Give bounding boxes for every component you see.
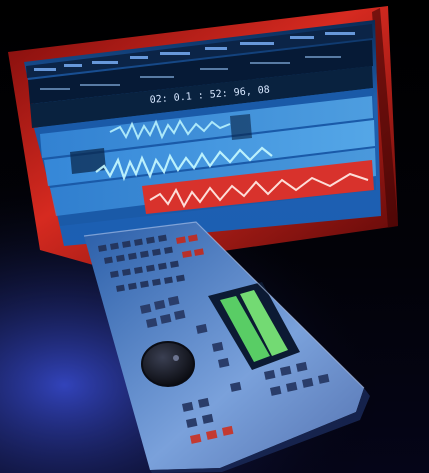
clip-gap-2 bbox=[230, 114, 252, 140]
photo-canvas: 02: 0.1 : 52: 96, 08 bbox=[0, 0, 429, 473]
clip-gap-1 bbox=[70, 148, 106, 174]
editing-system-photo: 02: 0.1 : 52: 96, 08 bbox=[0, 0, 429, 473]
jog-wheel-icon bbox=[141, 341, 195, 387]
